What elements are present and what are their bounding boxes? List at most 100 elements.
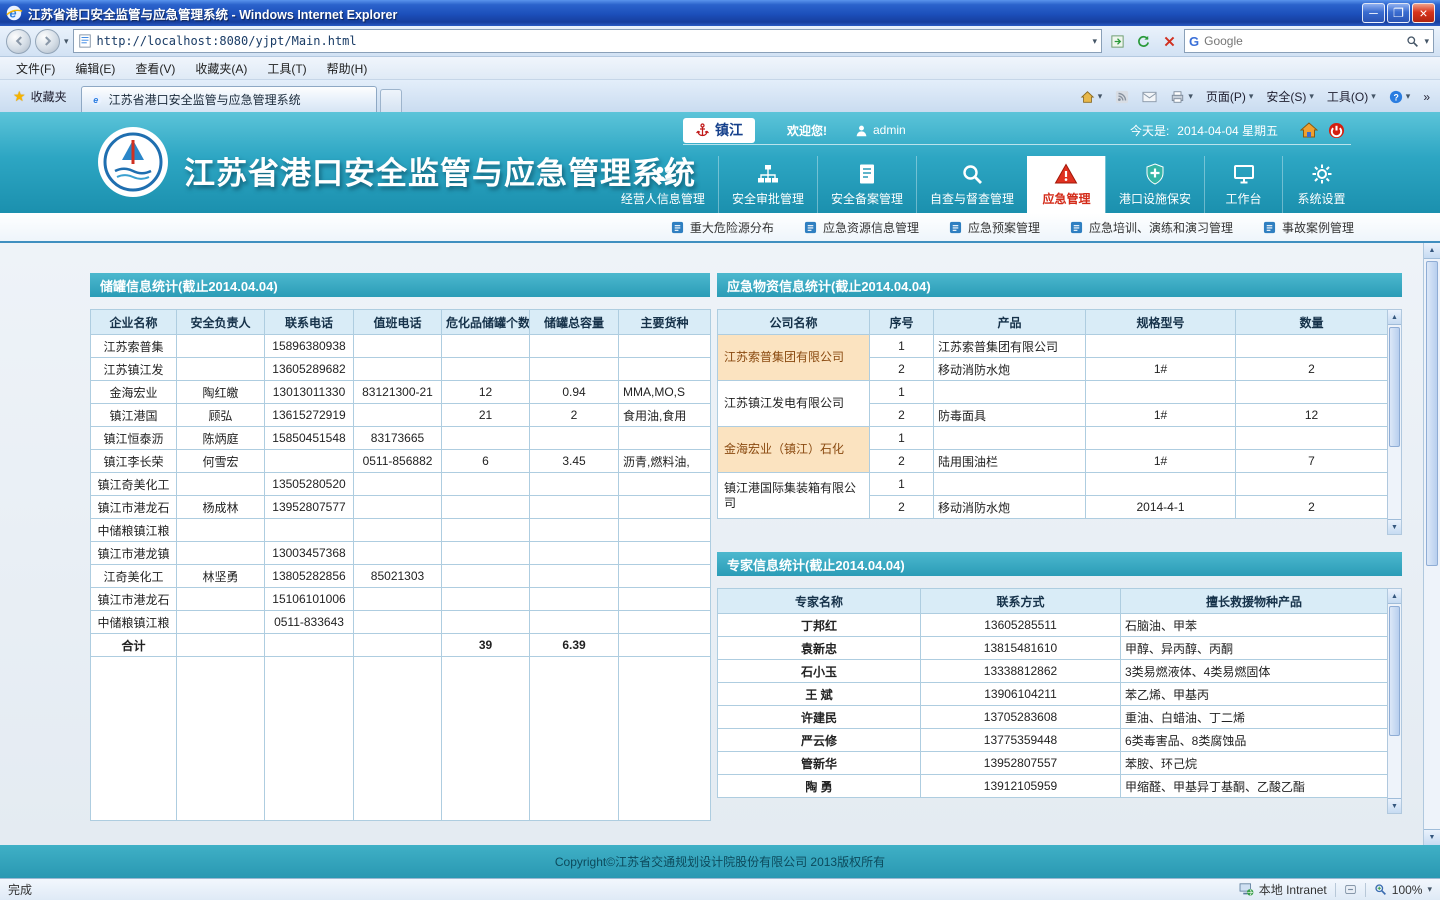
close-button[interactable]: × xyxy=(1412,3,1435,23)
intranet-icon xyxy=(1239,883,1254,896)
table-row[interactable]: 镇江奇美化工13505280520 xyxy=(91,473,711,496)
table-row[interactable]: 江苏镇江发电有限公司1 xyxy=(718,381,1388,404)
table-row[interactable]: 镇江港国顾弘13615272919212食用油,食用 xyxy=(91,404,711,427)
table-cell: 15106101006 xyxy=(265,588,354,611)
table-row[interactable]: 镇江李长荣何雪宏0511-85688263.45沥青,燃料油, xyxy=(91,450,711,473)
table-row[interactable]: 中储粮镇江粮 xyxy=(91,519,711,542)
forward-button[interactable] xyxy=(35,29,60,54)
scroll-up-icon[interactable]: ▲ xyxy=(1388,310,1401,325)
nav-item-gear[interactable]: 系统设置 xyxy=(1282,156,1360,213)
scroll-up-icon[interactable]: ▲ xyxy=(1388,589,1401,604)
scroll-down-icon[interactable]: ▼ xyxy=(1388,798,1401,813)
menu-item[interactable]: 查看(V) xyxy=(125,57,185,80)
zoom-dropdown-icon[interactable]: ▾ xyxy=(1427,884,1432,895)
portal-home-icon[interactable] xyxy=(1300,122,1318,138)
city-selector[interactable]: 镇江 xyxy=(683,118,755,143)
table-row[interactable]: 管新华13952807557苯胺、环己烷 xyxy=(718,752,1388,775)
table-row[interactable]: 镇江市港龙镇13003457368 xyxy=(91,542,711,565)
table-row[interactable]: 镇江市港龙石杨成林13952807577 xyxy=(91,496,711,519)
table-row[interactable]: 中储粮镇江粮0511-833643 xyxy=(91,611,711,634)
search-box[interactable]: G ▾ xyxy=(1184,29,1434,53)
tank-table: 企业名称安全负责人联系电话值班电话危化品储罐个数储罐总容量主要货种 江苏索普集1… xyxy=(90,309,711,821)
subnav-item[interactable]: 应急预案管理 xyxy=(949,219,1040,236)
subnav-item[interactable]: 应急资源信息管理 xyxy=(804,219,919,236)
table-cell: 林坚勇 xyxy=(177,565,265,588)
supplies-scrollbar[interactable]: ▲ ▼ xyxy=(1387,309,1402,535)
maximize-button[interactable]: ❐ xyxy=(1387,3,1410,23)
scroll-down-icon[interactable]: ▼ xyxy=(1424,829,1440,845)
zoom-control[interactable]: 100% ▾ xyxy=(1374,883,1432,897)
scroll-up-icon[interactable]: ▲ xyxy=(1424,243,1440,259)
scroll-thumb[interactable] xyxy=(1426,261,1438,566)
mail-button[interactable] xyxy=(1136,88,1163,106)
address-input[interactable] xyxy=(97,34,1088,48)
zone-text: 本地 Intranet xyxy=(1259,881,1327,898)
table-row[interactable]: 镇江市港龙石15106101006 xyxy=(91,588,711,611)
page-menu-button[interactable]: 页面(P) ▾ xyxy=(1200,85,1260,108)
subnav-item[interactable]: 重大危险源分布 xyxy=(671,219,774,236)
favorites-button[interactable]: ★ 收藏夹 xyxy=(4,83,76,112)
back-button[interactable] xyxy=(6,29,31,54)
address-dropdown-icon[interactable]: ▾ xyxy=(1092,36,1097,47)
new-tab-button[interactable] xyxy=(380,89,402,112)
nav-item-magnifier[interactable]: 自查与督查管理 xyxy=(916,156,1027,213)
feeds-button[interactable] xyxy=(1109,87,1135,107)
table-row[interactable]: 金海宏业（镇江）石化1 xyxy=(718,427,1388,450)
page-scrollbar[interactable]: ▲ ▼ xyxy=(1423,243,1440,845)
table-row[interactable]: 江奇美化工林坚勇1380528285685021303 xyxy=(91,565,711,588)
nav-item-document[interactable]: 安全备案管理 xyxy=(817,156,916,213)
table-row[interactable]: 袁新忠13815481610甲醇、异丙醇、丙酮 xyxy=(718,637,1388,660)
menu-item[interactable]: 工具(T) xyxy=(257,57,316,80)
table-row[interactable]: 镇江港国际集装箱有限公司1 xyxy=(718,473,1388,496)
print-button[interactable]: ▾ xyxy=(1164,87,1199,107)
table-row[interactable]: 镇江恒泰沥陈炳庭1585045154883173665 xyxy=(91,427,711,450)
table-cell xyxy=(1086,473,1236,496)
table-row[interactable]: 丁邦红13605285511石脑油、甲苯 xyxy=(718,614,1388,637)
table-row[interactable]: 江苏索普集团有限公司1江苏索普集团有限公司 xyxy=(718,335,1388,358)
scroll-down-icon[interactable]: ▼ xyxy=(1388,519,1401,534)
search-icon[interactable] xyxy=(1406,35,1419,48)
table-row[interactable]: 严云修137753594486类毒害品、8类腐蚀品 xyxy=(718,729,1388,752)
help-button[interactable]: ? ▾ xyxy=(1383,87,1417,107)
browser-tab[interactable]: e 江苏省港口安全监管与应急管理系统 xyxy=(81,86,377,112)
nav-item-warning[interactable]: 应急管理 xyxy=(1027,156,1105,213)
address-bar[interactable]: ▾ xyxy=(73,29,1102,53)
menu-item[interactable]: 文件(F) xyxy=(6,57,65,80)
nav-item-people[interactable]: 经营人信息管理 xyxy=(608,156,718,213)
table-row[interactable]: 金海宏业陶红皦1301301133083121300-21120.94MMA,M… xyxy=(91,381,711,404)
compatibility-view-button[interactable] xyxy=(1106,30,1128,52)
table-row[interactable]: 陶 勇13912105959甲缩醛、甲基异丁基酮、乙酸乙酯 xyxy=(718,775,1388,798)
nav-item-shield[interactable]: 港口设施保安 xyxy=(1105,156,1204,213)
table-cell: 1 xyxy=(870,427,934,450)
menu-item[interactable]: 收藏夹(A) xyxy=(185,57,257,80)
nav-item-computer[interactable]: 工作台 xyxy=(1204,156,1282,213)
web-page: 江苏省港口安全监管与应急管理系统 镇江 欢迎您! admin 今天是: 2014… xyxy=(0,112,1440,878)
subnav-item[interactable]: 应急培训、演练和演习管理 xyxy=(1070,219,1233,236)
home-button[interactable]: ▾ xyxy=(1074,87,1109,107)
scroll-thumb[interactable] xyxy=(1389,327,1400,447)
minimize-button[interactable]: ─ xyxy=(1362,3,1385,23)
overflow-chevron[interactable]: » xyxy=(1417,87,1436,107)
table-row[interactable]: 王 斌13906104211苯乙烯、甲基丙 xyxy=(718,683,1388,706)
logout-icon[interactable] xyxy=(1328,122,1345,139)
table-row[interactable]: 江苏索普集15896380938 xyxy=(91,335,711,358)
table-row[interactable]: 石小玉133388128623类易燃液体、4类易燃固体 xyxy=(718,660,1388,683)
table-row[interactable]: 合计396.39 xyxy=(91,634,711,657)
subnav-item[interactable]: 事故案例管理 xyxy=(1263,219,1354,236)
search-dropdown-icon[interactable]: ▾ xyxy=(1424,36,1429,47)
history-dropdown[interactable]: ▾ xyxy=(64,36,69,47)
menu-item[interactable]: 编辑(E) xyxy=(65,57,125,80)
table-row[interactable]: 许建民13705283608重油、白蜡油、丁二烯 xyxy=(718,706,1388,729)
experts-scrollbar[interactable]: ▲ ▼ xyxy=(1387,588,1402,814)
table-cell: 21 xyxy=(442,404,530,427)
menu-item[interactable]: 帮助(H) xyxy=(317,57,378,80)
window-title: 江苏省港口安全监管与应急管理系统 - Windows Internet Expl… xyxy=(28,4,1362,23)
tools-menu-button[interactable]: 工具(O) ▾ xyxy=(1321,85,1382,108)
stop-button[interactable] xyxy=(1158,30,1180,52)
refresh-button[interactable] xyxy=(1132,30,1154,52)
search-input[interactable] xyxy=(1204,34,1401,48)
safety-menu-button[interactable]: 安全(S) ▾ xyxy=(1260,85,1320,108)
nav-item-orgchart[interactable]: 安全审批管理 xyxy=(718,156,817,213)
scroll-thumb[interactable] xyxy=(1389,606,1400,736)
table-row[interactable]: 江苏镇江发13605289682 xyxy=(91,358,711,381)
